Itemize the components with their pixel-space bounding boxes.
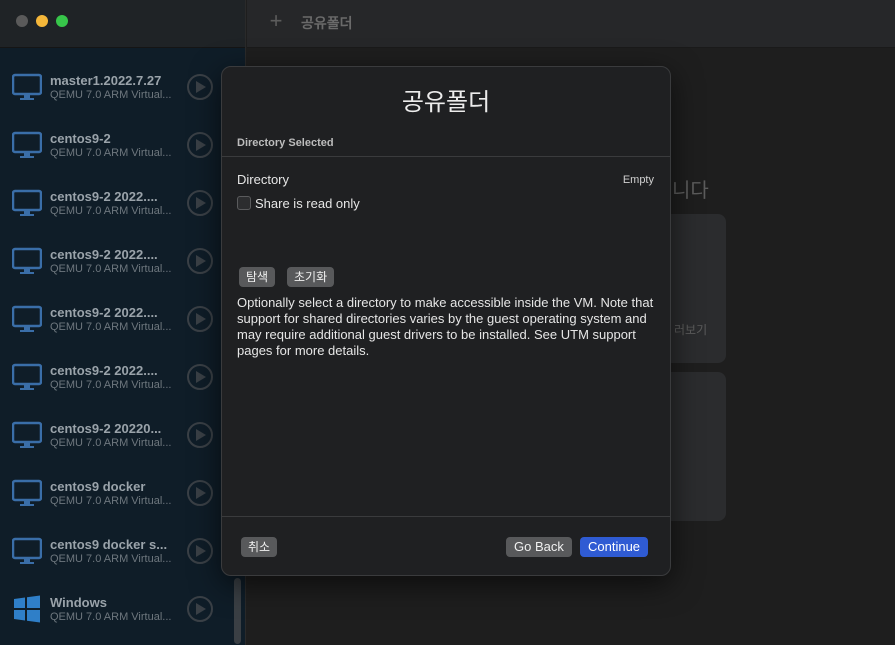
vm-name: master1.2022.7.27 [50, 73, 162, 88]
vm-list: master1.2022.7.27 QEMU 7.0 ARM Virtual...… [0, 58, 245, 638]
sidebar-titlebar [0, 0, 245, 48]
divider [222, 516, 670, 517]
vm-subtitle: QEMU 7.0 ARM Virtual... [50, 147, 172, 159]
description-text: Optionally select a directory to make ac… [237, 295, 654, 358]
vm-subtitle: QEMU 7.0 ARM Virtual... [50, 495, 172, 507]
vm-name: centos9 docker s... [50, 537, 168, 552]
sidebar-item-vm[interactable]: centos9-2 2022.... QEMU 7.0 ARM Virtual..… [0, 348, 245, 406]
sidebar-item-vm[interactable]: centos9-2 2022.... QEMU 7.0 ARM Virtual..… [0, 174, 245, 232]
vm-subtitle: QEMU 7.0 ARM Virtual... [50, 263, 172, 275]
sidebar-item-vm[interactable]: centos9 docker QEMU 7.0 ARM Virtual... [0, 464, 245, 522]
monitor-icon [11, 246, 43, 276]
play-icon[interactable] [187, 74, 213, 100]
monitor-icon [11, 188, 43, 218]
monitor-icon [11, 362, 43, 392]
play-icon[interactable] [187, 422, 213, 448]
sidebar-item-vm[interactable]: centos9-2 20220... QEMU 7.0 ARM Virtual..… [0, 406, 245, 464]
sidebar-item-vm[interactable]: centos9-2 2022.... QEMU 7.0 ARM Virtual..… [0, 232, 245, 290]
sidebar-item-vm[interactable]: Windows QEMU 7.0 ARM Virtual... [0, 580, 245, 638]
monitor-icon [11, 72, 43, 102]
vm-name: centos9-2 20220... [50, 421, 162, 436]
go-back-button[interactable]: Go Back [506, 537, 572, 557]
continue-button[interactable]: Continue [580, 537, 649, 557]
vm-name: centos9-2 2022.... [50, 189, 158, 204]
monitor-icon [11, 478, 43, 508]
sidebar-scrollbar[interactable] [234, 578, 241, 644]
vm-name: centos9-2 [50, 131, 111, 146]
play-icon[interactable] [187, 248, 213, 274]
windows-icon [12, 594, 42, 624]
sidebar-item-vm[interactable]: centos9 docker s... QEMU 7.0 ARM Virtual.… [0, 522, 245, 580]
play-icon[interactable] [187, 306, 213, 332]
vm-subtitle: QEMU 7.0 ARM Virtual... [50, 321, 172, 333]
vm-subtitle: QEMU 7.0 ARM Virtual... [50, 553, 172, 565]
vm-name: Windows [50, 595, 107, 610]
divider [222, 156, 670, 157]
monitor-icon [11, 420, 43, 450]
directory-label: Directory [237, 172, 290, 187]
background-heading: 니다 [672, 180, 709, 202]
readonly-checkbox[interactable] [237, 196, 251, 210]
monitor-icon [11, 130, 43, 160]
play-icon[interactable] [187, 190, 213, 216]
sidebar: master1.2022.7.27 QEMU 7.0 ARM Virtual...… [0, 0, 246, 645]
play-icon[interactable] [187, 480, 213, 506]
sidebar-item-vm[interactable]: master1.2022.7.27 QEMU 7.0 ARM Virtual... [0, 58, 245, 116]
browse-button[interactable]: 탐색 [239, 267, 276, 287]
vm-name: centos9-2 2022.... [50, 247, 158, 262]
play-icon[interactable] [187, 538, 213, 564]
play-icon[interactable] [187, 364, 213, 390]
vm-name: centos9-2 2022.... [50, 305, 158, 320]
window-close-button[interactable] [16, 15, 28, 27]
window-zoom-button[interactable] [56, 15, 68, 27]
vm-subtitle: QEMU 7.0 ARM Virtual... [50, 205, 172, 217]
play-icon[interactable] [187, 596, 213, 622]
reset-button[interactable]: 초기화 [287, 267, 335, 287]
background-card-label: 러보기 [674, 323, 708, 337]
play-icon[interactable] [187, 132, 213, 158]
toolbar-title: 공유폴더 [301, 15, 353, 31]
shared-folder-dialog: 공유폴더 Directory Selected Directory Empty … [221, 66, 671, 576]
dialog-title: 공유폴더 [401, 89, 491, 116]
cancel-button[interactable]: 취소 [241, 537, 278, 557]
vm-subtitle: QEMU 7.0 ARM Virtual... [50, 611, 172, 623]
sidebar-item-vm[interactable]: centos9-2 2022.... QEMU 7.0 ARM Virtual..… [0, 290, 245, 348]
section-label: Directory Selected [237, 137, 334, 149]
monitor-icon [11, 536, 43, 566]
vm-subtitle: QEMU 7.0 ARM Virtual... [50, 89, 172, 101]
vm-name: centos9 docker [50, 479, 146, 494]
sidebar-item-vm[interactable]: centos9-2 QEMU 7.0 ARM Virtual... [0, 116, 245, 174]
plus-icon[interactable]: + [266, 10, 286, 32]
window-minimize-button[interactable] [36, 15, 48, 27]
vm-subtitle: QEMU 7.0 ARM Virtual... [50, 379, 172, 391]
monitor-icon [11, 304, 43, 334]
vm-name: centos9-2 2022.... [50, 363, 158, 378]
directory-value: Empty [622, 174, 654, 186]
vm-subtitle: QEMU 7.0 ARM Virtual... [50, 437, 172, 449]
readonly-label[interactable]: Share is read only [255, 196, 360, 211]
